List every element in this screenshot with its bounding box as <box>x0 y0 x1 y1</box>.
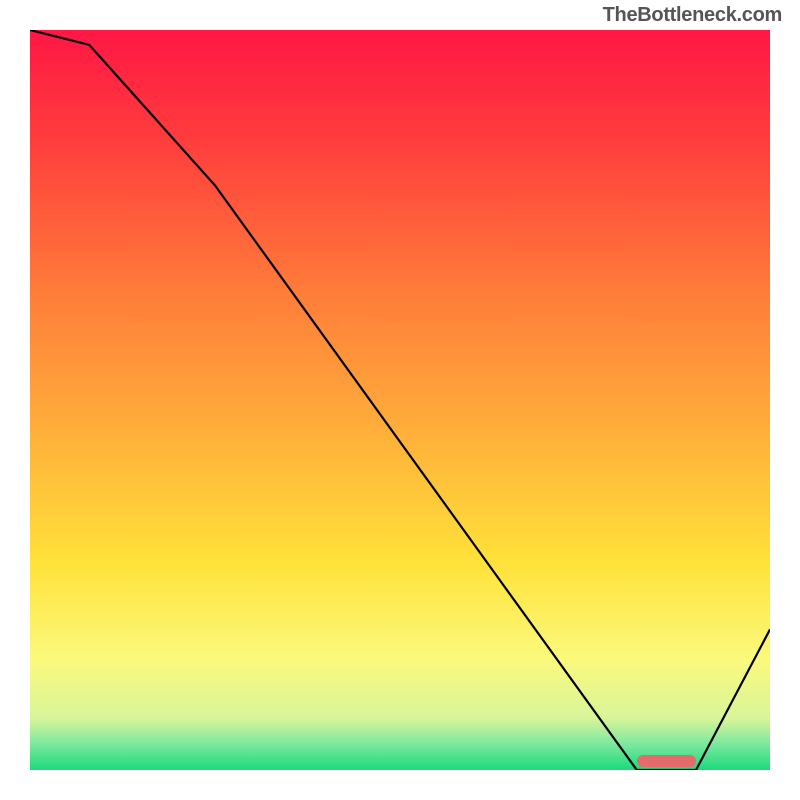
watermark-text: TheBottleneck.com <box>603 4 782 27</box>
optimal-zone-marker <box>637 755 696 767</box>
bottleneck-curve <box>30 30 770 770</box>
plot-area <box>30 30 770 770</box>
